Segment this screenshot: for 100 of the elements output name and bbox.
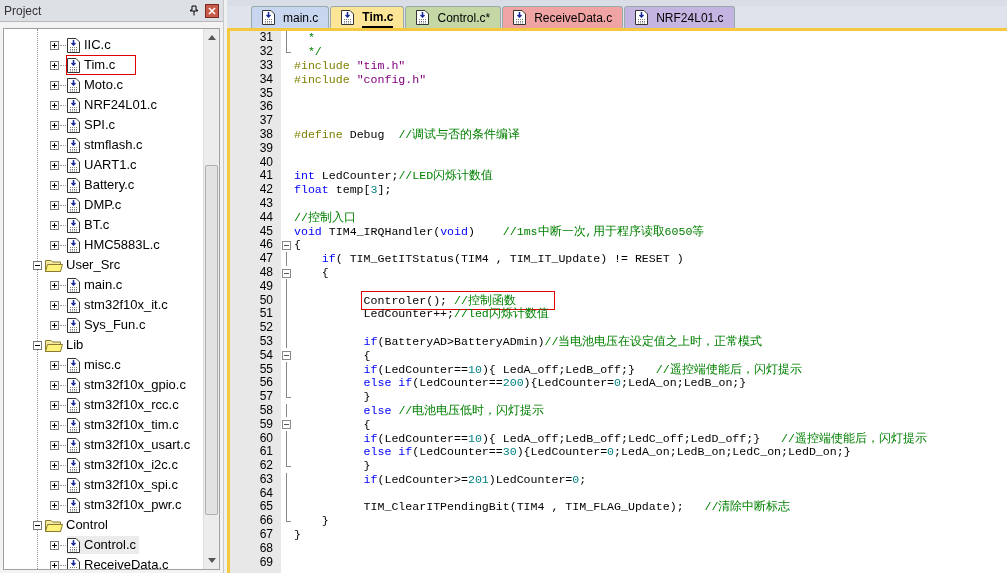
file-tree-item[interactable]: Battery.c — [67, 176, 138, 194]
close-button[interactable] — [205, 3, 219, 18]
line-number: 37 — [259, 114, 273, 128]
expand-icon[interactable] — [50, 440, 59, 450]
line-number: 68 — [259, 541, 273, 555]
expand-icon[interactable] — [50, 500, 59, 510]
file-tree-item[interactable]: stm32f10x_it.c — [67, 296, 171, 314]
scroll-down-icon[interactable] — [207, 558, 216, 563]
fold-collapse-icon[interactable] — [282, 268, 291, 278]
line-number: 51 — [259, 307, 273, 321]
file-icon — [67, 297, 80, 313]
expand-icon[interactable] — [50, 320, 59, 330]
file-tree-item[interactable]: Control.c — [67, 536, 140, 554]
file-tree-item[interactable]: stm32f10x_pwr.c — [67, 496, 185, 514]
file-icon — [67, 217, 80, 233]
code-line: */ — [306, 45, 322, 59]
collapse-icon[interactable] — [33, 260, 42, 270]
expand-icon[interactable] — [50, 540, 59, 550]
editor-tab[interactable]: main.c — [251, 6, 330, 28]
code-line: if(LedCounter>=201)LedCounter=0; — [362, 472, 587, 486]
expand-icon[interactable] — [50, 400, 59, 410]
expand-icon[interactable] — [50, 480, 59, 490]
expand-icon[interactable] — [50, 280, 59, 290]
editor-tab[interactable]: NRF24L01.c — [624, 6, 735, 28]
file-tree-item[interactable]: Moto.c — [67, 76, 126, 94]
file-tree-item[interactable]: HMC5883L.c — [67, 236, 163, 254]
folder-tree-item[interactable]: Control — [66, 515, 108, 535]
file-tree-item[interactable]: stm32f10x_spi.c — [67, 476, 181, 494]
file-tree-item[interactable]: BT.c — [67, 216, 113, 234]
file-icon — [67, 197, 80, 213]
line-number: 39 — [259, 141, 273, 155]
code-line: #include "config.h" — [294, 72, 427, 86]
file-tree-item[interactable]: main.c — [67, 276, 126, 294]
expand-icon[interactable] — [50, 120, 59, 130]
editor-tab[interactable]: Control.c* — [405, 6, 502, 28]
expand-icon[interactable] — [50, 140, 59, 150]
collapse-icon[interactable] — [33, 520, 42, 530]
file-icon — [635, 10, 649, 25]
file-tree-item[interactable]: misc.c — [67, 356, 124, 374]
expand-icon[interactable] — [50, 80, 59, 90]
expand-icon[interactable] — [50, 420, 59, 430]
file-tree-item[interactable]: stm32f10x_tim.c — [67, 416, 182, 434]
scroll-up-icon[interactable] — [207, 35, 216, 40]
expand-icon[interactable] — [50, 180, 59, 190]
line-number: 57 — [259, 390, 273, 404]
folder-icon — [45, 258, 63, 272]
code-line: //控制入口 — [294, 210, 356, 224]
folder-tree-item[interactable]: Lib — [66, 335, 84, 355]
code-line: TIM_ClearITPendingBit(TIM4 , TIM_FLAG_Update); //清除中断标志 — [362, 500, 791, 514]
expand-icon[interactable] — [50, 60, 59, 70]
expand-icon[interactable] — [50, 360, 59, 370]
line-number: 42 — [259, 183, 273, 197]
file-icon — [67, 477, 80, 493]
code-editor[interactable] — [227, 28, 1007, 573]
expand-icon[interactable] — [50, 560, 59, 569]
pin-icon[interactable] — [189, 5, 199, 16]
expand-icon[interactable] — [50, 40, 59, 50]
file-icon — [67, 237, 80, 253]
file-tree-item[interactable]: stm32f10x_rcc.c — [67, 396, 182, 414]
file-tree-item[interactable]: NRF24L01.c — [67, 96, 160, 114]
file-tree-item[interactable]: DMP.c — [67, 196, 125, 214]
editor-tab[interactable]: Tim.c — [330, 6, 405, 28]
file-icon — [67, 117, 80, 133]
code-line: if(BatteryAD>BatteryADmin)//当电池电压在设定值之上时，正常模式 — [362, 334, 763, 348]
fold-collapse-icon[interactable] — [282, 420, 291, 430]
file-tree-item[interactable]: Tim.c — [67, 56, 136, 74]
scrollbar[interactable] — [203, 29, 219, 569]
code-line: if(LedCounter==10){ LedA_off;LedB_off;LedC_off;LedD_off;} //遥控端使能后，闪灯提示 — [362, 431, 927, 445]
expand-icon[interactable] — [50, 300, 59, 310]
file-tree-item[interactable]: stm32f10x_usart.c — [67, 436, 194, 454]
collapse-icon[interactable] — [33, 340, 42, 350]
file-tree-item[interactable]: ReceiveData.c — [67, 556, 172, 569]
line-number: 41 — [259, 169, 273, 183]
file-tree-item[interactable]: IIC.c — [67, 36, 114, 54]
expand-icon[interactable] — [50, 200, 59, 210]
scrollbar-thumb[interactable] — [205, 165, 218, 515]
file-tree-item[interactable]: stmflash.c — [67, 136, 146, 154]
folder-tree-item[interactable]: User_Src — [66, 255, 121, 275]
line-number: 50 — [259, 293, 273, 307]
expand-icon[interactable] — [50, 380, 59, 390]
file-tree-item[interactable]: Sys_Fun.c — [67, 316, 149, 334]
file-icon — [416, 10, 430, 25]
file-icon — [262, 10, 275, 25]
file-icon — [67, 157, 80, 173]
expand-icon[interactable] — [50, 240, 59, 250]
file-icon — [67, 177, 80, 193]
code-line: { — [362, 348, 371, 362]
editor-tab[interactable]: ReceiveData.c — [502, 6, 624, 28]
fold-collapse-icon[interactable] — [282, 351, 291, 361]
file-tree-item[interactable]: SPI.c — [67, 116, 119, 134]
expand-icon[interactable] — [50, 460, 59, 470]
file-tree-item[interactable]: stm32f10x_i2c.c — [67, 456, 181, 474]
fold-collapse-icon[interactable] — [282, 240, 291, 250]
expand-icon[interactable] — [50, 160, 59, 170]
expand-icon[interactable] — [50, 100, 59, 110]
expand-icon[interactable] — [50, 220, 59, 230]
file-tree-item[interactable]: UART1.c — [67, 156, 140, 174]
code-line: else if(LedCounter==200){LedCounter=0;LedA_on;LedB_on;} — [362, 376, 747, 390]
file-tree-item[interactable]: stm32f10x_gpio.c — [67, 376, 189, 394]
file-icon — [67, 497, 80, 513]
